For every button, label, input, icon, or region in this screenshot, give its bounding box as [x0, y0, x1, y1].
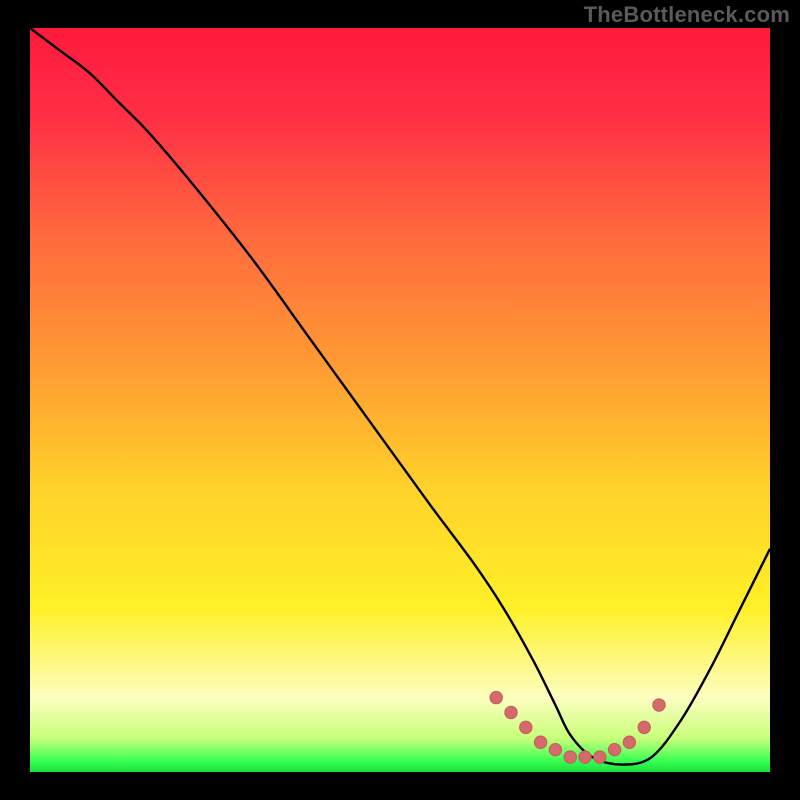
chart-stage: TheBottleneck.com	[0, 0, 800, 800]
minimum-marker-dot	[505, 706, 517, 718]
minimum-marker-dot	[564, 751, 576, 763]
minimum-marker-dot	[594, 751, 606, 763]
minimum-marker-dot	[579, 751, 591, 763]
minimum-marker-dot	[653, 699, 665, 711]
minimum-marker-dot	[520, 721, 532, 733]
minimum-marker-dot	[638, 721, 650, 733]
gradient-panel	[30, 28, 770, 772]
minimum-marker-dot	[549, 743, 561, 755]
minimum-marker-dot	[623, 736, 635, 748]
bottleneck-chart	[0, 0, 800, 800]
minimum-marker-dot	[608, 743, 620, 755]
watermark-text: TheBottleneck.com	[584, 2, 790, 28]
minimum-marker-dot	[490, 691, 502, 703]
minimum-marker-dot	[534, 736, 546, 748]
